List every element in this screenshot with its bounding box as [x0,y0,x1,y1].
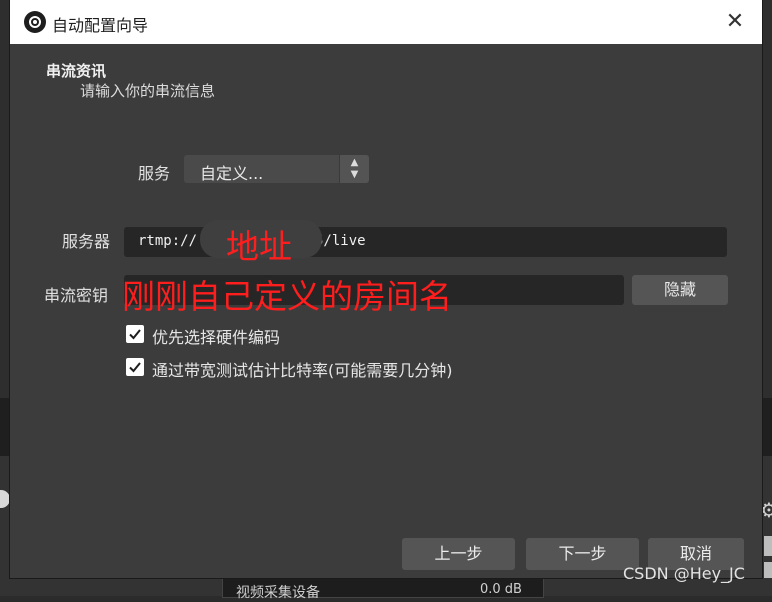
server-label: 服务器 [62,232,111,251]
service-select-value: 自定义... [200,164,264,183]
close-button[interactable]: ✕ [722,10,748,34]
bandwidth-test-checkbox[interactable] [126,358,144,376]
title-bar: 自动配置向导 ✕ [10,0,762,44]
checkmark-icon [129,362,141,373]
background-side-button [764,536,772,556]
watermark: CSDN @Hey_JC [623,564,745,583]
auto-config-wizard-dialog: 自动配置向导 ✕ 串流资讯 请输入你的串流信息 服务 自定义... ▲ ▼ 服务器… [10,0,762,578]
audio-db-readout: 0.0 dB [480,582,522,597]
section-title: 串流资讯 [46,62,107,80]
checkmark-icon [129,329,141,340]
background-side-button-2 [764,562,772,578]
previous-button[interactable]: 上一步 [402,538,515,570]
hide-key-button[interactable]: 隐藏 [632,275,728,305]
obs-logo-icon [24,11,46,33]
service-label: 服务 [138,164,171,183]
bandwidth-test-label: 通过带宽测试估计比特率(可能需要几分钟) [152,361,453,380]
window-title: 自动配置向导 [52,16,149,35]
service-select[interactable]: 自定义... ▲ ▼ [184,155,369,183]
hardware-encoding-checkbox[interactable] [126,325,144,343]
updown-arrows-icon[interactable]: ▲ ▼ [339,155,369,183]
annotation-address: 地址 [226,227,292,266]
audio-source-label: 视频采集设备 [236,585,320,601]
hardware-encoding-label: 优先选择硬件编码 [152,328,281,347]
stream-key-label: 串流密钥 [44,286,109,305]
annotation-room-name: 刚刚自己定义的房间名 [122,277,452,316]
section-subtitle: 请输入你的串流信息 [80,82,216,100]
